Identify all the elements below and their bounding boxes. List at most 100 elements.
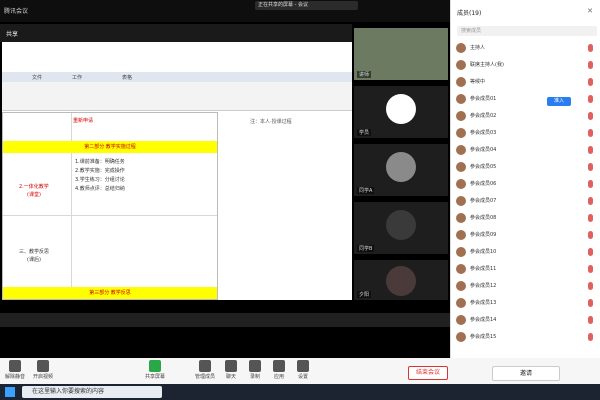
- microphone-icon[interactable]: [588, 333, 593, 341]
- microphone-icon[interactable]: [588, 146, 593, 154]
- avatar: [456, 213, 466, 223]
- microphone-icon[interactable]: [588, 163, 593, 171]
- participant-row[interactable]: 参会成员11: [451, 261, 600, 277]
- participant-row[interactable]: 参会成员07: [451, 193, 600, 209]
- meeting-top-bar: [0, 0, 450, 22]
- meeting-app-label: 腾讯会议: [4, 8, 29, 15]
- invite-button[interactable]: 邀请: [492, 366, 560, 381]
- participant-name: 参会成员10: [470, 249, 497, 255]
- participant-row[interactable]: 参会成员05: [451, 159, 600, 175]
- participant-name: 参会成员01: [470, 96, 497, 102]
- microphone-icon[interactable]: [588, 95, 593, 103]
- admit-button[interactable]: 准入: [547, 97, 571, 106]
- record-button[interactable]: 录制: [244, 360, 266, 380]
- row1-text: 重新申请: [73, 118, 94, 124]
- participant-row[interactable]: 参会成员02: [451, 108, 600, 124]
- share-title-pill[interactable]: 正在共享的屏幕 - 会议: [255, 1, 358, 10]
- participant-row[interactable]: 参会成员06: [451, 176, 600, 192]
- microphone-icon[interactable]: [588, 265, 593, 273]
- mute-button[interactable]: 解除静音: [4, 360, 26, 380]
- avatar: [456, 77, 466, 87]
- taskbar-search-input[interactable]: 在这里输入你要搜索的内容: [22, 386, 162, 398]
- microphone-icon[interactable]: [588, 197, 593, 205]
- microphone-icon[interactable]: [588, 78, 593, 86]
- microphone-icon[interactable]: [588, 282, 593, 290]
- chat-button[interactable]: 聊天: [220, 360, 242, 380]
- microphone-icon[interactable]: [588, 44, 593, 52]
- avatar: [456, 315, 466, 325]
- shared-screen: 文件 工作 表格 重新申请 第二部分 教学实施过程 2.一体化教学 (课堂) 1…: [2, 42, 352, 300]
- share-button[interactable]: 共享屏幕: [144, 360, 166, 380]
- avatar: [456, 281, 466, 291]
- yellow-bar-2: 第三部分 教学反思: [3, 287, 217, 299]
- participant-name: 参会成员11: [470, 266, 497, 272]
- participant-name: 主持人: [470, 45, 486, 51]
- video-tile[interactable]: 夕阳: [354, 260, 448, 300]
- video-tile-label: 讲师: [357, 71, 372, 78]
- shared-table: 重新申请 第二部分 教学实施过程 2.一体化教学 (课堂) 1.课前准备：明确任…: [2, 112, 218, 300]
- participant-row[interactable]: 参会成员01: [451, 91, 600, 107]
- apps-button[interactable]: 应用: [268, 360, 290, 380]
- microphone-icon[interactable]: [588, 214, 593, 222]
- participant-row[interactable]: 参会成员15: [451, 329, 600, 345]
- section2-label: 2.一体化教学: [19, 184, 49, 190]
- microphone-icon[interactable]: [588, 129, 593, 137]
- avatar: [456, 230, 466, 240]
- participant-name: 参会成员12: [470, 283, 497, 289]
- shared-tab-1[interactable]: 文件: [32, 74, 42, 81]
- microphone-icon[interactable]: [588, 248, 593, 256]
- participant-name: 参会成员03: [470, 130, 497, 136]
- avatar: [386, 94, 416, 124]
- members-icon: [199, 360, 211, 372]
- shared-taskbar-strip: [0, 313, 450, 327]
- participant-row[interactable]: 参会成员13: [451, 295, 600, 311]
- avatar: [456, 162, 466, 172]
- chat-label: 聊天: [225, 374, 236, 380]
- side-note: 注：本人·授课过程: [250, 119, 292, 125]
- participant-row[interactable]: 主持人: [451, 40, 600, 56]
- participant-row[interactable]: 参会成员03: [451, 125, 600, 141]
- cell-lines: 1.课前准备：明确任务 2.教学实施：完成操作 3.学生练习：分组讨论 4.教师…: [75, 158, 125, 194]
- apps-icon: [273, 360, 285, 372]
- microphone-icon[interactable]: [588, 316, 593, 324]
- participant-row[interactable]: 参会成员04: [451, 142, 600, 158]
- microphone-icon[interactable]: [588, 231, 593, 239]
- windows-start-icon[interactable]: [5, 387, 15, 397]
- participant-row[interactable]: 参会成员10: [451, 244, 600, 260]
- participant-row[interactable]: 联席主持人(我): [451, 57, 600, 73]
- microphone-icon[interactable]: [588, 299, 593, 307]
- close-icon[interactable]: ✕: [587, 7, 593, 15]
- participant-name: 参会成员07: [470, 198, 497, 204]
- settings-button[interactable]: 设置: [292, 360, 314, 380]
- avatar: [386, 152, 416, 182]
- record-icon: [249, 360, 261, 372]
- microphone-icon[interactable]: [588, 112, 593, 120]
- avatar: [386, 210, 416, 240]
- participant-row[interactable]: 等候中: [451, 74, 600, 90]
- video-button[interactable]: 开启视频: [32, 360, 54, 380]
- avatar: [456, 43, 466, 53]
- cell-line: 1.课前准备：明确任务: [75, 159, 125, 165]
- avatar: [386, 266, 416, 296]
- participant-row[interactable]: 参会成员12: [451, 278, 600, 294]
- avatar: [456, 94, 466, 104]
- members-button[interactable]: 管理成员: [194, 360, 216, 380]
- participant-name: 参会成员06: [470, 181, 497, 187]
- video-tile[interactable]: 同学B: [354, 202, 448, 254]
- microphone-icon[interactable]: [588, 180, 593, 188]
- chat-icon: [225, 360, 237, 372]
- participant-name: 参会成员15: [470, 334, 497, 340]
- video-tile[interactable]: 同学A: [354, 144, 448, 196]
- shared-tab-3[interactable]: 表格: [122, 74, 132, 81]
- cell-line: 3.学生练习：分组讨论: [75, 177, 125, 183]
- video-tile[interactable]: 讲师: [354, 28, 448, 80]
- video-tile-label: 同学B: [357, 245, 375, 252]
- participant-row[interactable]: 参会成员09: [451, 227, 600, 243]
- member-search-input[interactable]: 搜索成员: [457, 26, 597, 36]
- participant-row[interactable]: 参会成员08: [451, 210, 600, 226]
- shared-tab-2[interactable]: 工作: [72, 74, 82, 81]
- participant-row[interactable]: 参会成员14: [451, 312, 600, 328]
- microphone-icon[interactable]: [588, 61, 593, 69]
- leave-meeting-button[interactable]: 结束会议: [408, 366, 448, 380]
- video-tile[interactable]: 学员: [354, 86, 448, 138]
